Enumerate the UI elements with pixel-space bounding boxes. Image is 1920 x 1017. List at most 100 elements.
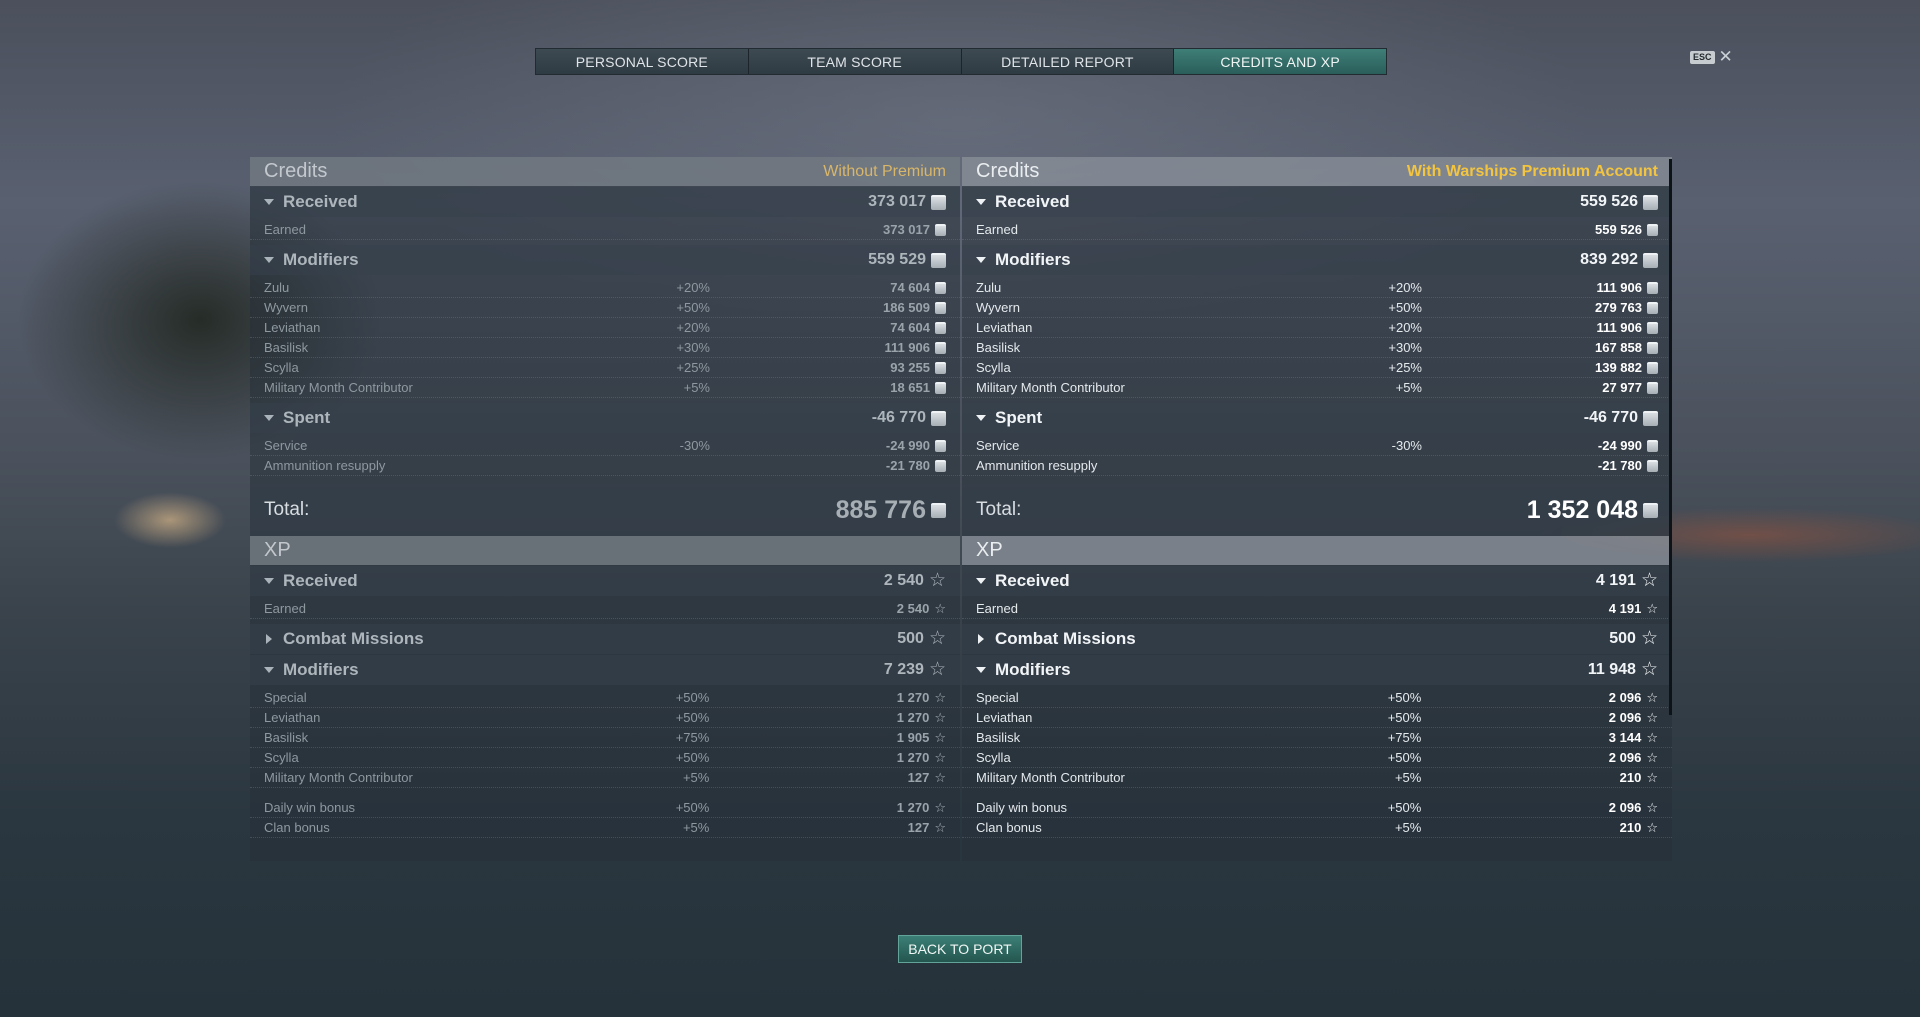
row-label: Leviathan [264,320,321,335]
row-percent: +5% [682,770,710,785]
row-percent: -30% [679,438,710,453]
section-label: Received [283,571,358,590]
xp-modifiers-section[interactable]: Modifiers 7 239 ☆ [250,655,960,685]
row-value: 1 270 [896,750,930,765]
row-percent: +50% [675,710,710,725]
table-row: Leviathan +20% 111 906 [962,318,1672,338]
section-label: Spent [995,408,1043,427]
row-label: Scylla [264,750,299,765]
account-type-label: Without Premium [823,162,946,180]
row-percent: +20% [1388,320,1422,335]
section-label: Received [283,192,358,211]
credits-header: Credits Without Premium [250,157,960,186]
credits-icon [1643,502,1658,518]
credits-modifiers-section[interactable]: Modifiers 839 292 [962,245,1672,275]
section-label: Combat Missions [283,629,424,648]
tab-team-score[interactable]: TEAM SCORE [748,49,962,74]
xp-star-icon: ☆ [1646,600,1658,616]
row-percent: +30% [676,340,710,355]
row-label: Service [976,438,1020,453]
credits-icon [1647,341,1658,354]
combat-missions-section[interactable]: Combat Missions 500 ☆ [962,624,1672,654]
credits-modifiers-section[interactable]: Modifiers 559 529 [250,245,960,275]
row-percent: +50% [1387,690,1422,705]
credits-spent-section[interactable]: Spent -46 770 [250,403,960,433]
credits-icon [1643,252,1658,268]
table-row: Military Month Contributor +5% 210 ☆ [962,768,1672,788]
row-value: 1 270 [896,690,930,705]
credits-icon [935,439,946,452]
xp-star-icon: ☆ [1640,659,1658,680]
section-value: 839 292 [1580,251,1638,268]
row-value: 210 [1619,770,1642,785]
credits-received-section[interactable]: Received 373 017 [250,187,960,217]
table-row: Military Month Contributor +5% 18 651 [250,378,960,398]
table-row: Daily win bonus +50% 1 270 ☆ [250,798,960,818]
credits-icon [1647,223,1658,236]
row-label: Basilisk [976,340,1021,355]
table-row: Ammunition resupply -21 780 [250,456,960,476]
credits-icon [935,361,946,374]
row-value: 167 858 [1595,340,1642,355]
section-value: 4 191 [1595,572,1636,589]
credits-icon [1647,281,1658,294]
table-row: Earned 373 017 [250,220,960,240]
table-row: Leviathan +50% 1 270 ☆ [250,708,960,728]
tab-credits-and-xp[interactable]: CREDITS AND XP [1174,49,1386,74]
xp-received-section[interactable]: Received 2 540 ☆ [250,566,960,596]
row-value: 1 270 [896,710,930,725]
section-value: -46 770 [871,409,926,426]
table-row: Basilisk +75% 3 144 ☆ [962,728,1672,748]
table-row: Scylla +25% 139 882 [962,358,1672,378]
credits-received-section[interactable]: Received 559 526 [962,187,1672,217]
table-row: Service -30% -24 990 [962,436,1672,456]
back-to-port-button[interactable]: BACK TO PORT [898,935,1022,963]
table-row: Scylla +50% 2 096 ☆ [962,748,1672,768]
row-percent: +20% [676,280,710,295]
table-row: Basilisk +30% 167 858 [962,338,1672,358]
row-label: Earned [264,601,306,616]
combat-missions-section[interactable]: Combat Missions 500 ☆ [250,624,960,654]
xp-star-icon: ☆ [1646,709,1658,725]
section-value: -46 770 [1583,409,1638,426]
result-tabs: PERSONAL SCORE TEAM SCORE DETAILED REPOR… [535,48,1387,75]
section-value: 500 [1609,630,1636,647]
row-label: Earned [264,222,306,237]
row-label: Scylla [976,360,1011,375]
row-label: Basilisk [264,340,309,355]
credits-icon [935,381,946,394]
section-label: Modifiers [995,660,1071,679]
row-label: Clan bonus [976,820,1042,835]
row-label: Military Month Contributor [264,770,413,785]
tab-personal-score[interactable]: PERSONAL SCORE [536,49,749,74]
xp-modifiers-section[interactable]: Modifiers 11 948 ☆ [962,655,1672,685]
row-percent: +25% [676,360,710,375]
section-label: Modifiers [995,250,1071,269]
row-label: Special [976,690,1019,705]
credits-icon [1647,321,1658,334]
xp-star-icon: ☆ [934,709,946,725]
xp-received-section[interactable]: Received 4 191 ☆ [962,566,1672,596]
panel-with-premium: Credits With Warships Premium Account Rece… [962,157,1672,861]
credits-icon [1643,410,1658,426]
close-button[interactable]: ESC ✕ [1690,48,1733,65]
row-value: 2 096 [1608,690,1642,705]
panel-without-premium: Credits Without Premium Received 373 017 Ear… [250,157,960,861]
table-row: Scylla +25% 93 255 [250,358,960,378]
credits-icon [1647,301,1658,314]
row-value: -24 990 [1597,438,1642,453]
section-value: 559 529 [868,251,926,268]
credits-title: Credits [264,160,328,182]
row-percent: +5% [682,820,710,835]
row-percent: +20% [676,320,710,335]
credits-icon [1647,459,1658,472]
credits-icon [1647,439,1658,452]
table-row: Basilisk +30% 111 906 [250,338,960,358]
total-value: 885 776 [835,495,926,524]
credits-icon [931,410,946,426]
tab-detailed-report[interactable]: DETAILED REPORT [961,49,1175,74]
chevron-down-icon [264,578,274,584]
credits-spent-section[interactable]: Spent -46 770 [962,403,1672,433]
row-percent: +50% [1387,710,1422,725]
row-percent: +20% [1388,280,1422,295]
